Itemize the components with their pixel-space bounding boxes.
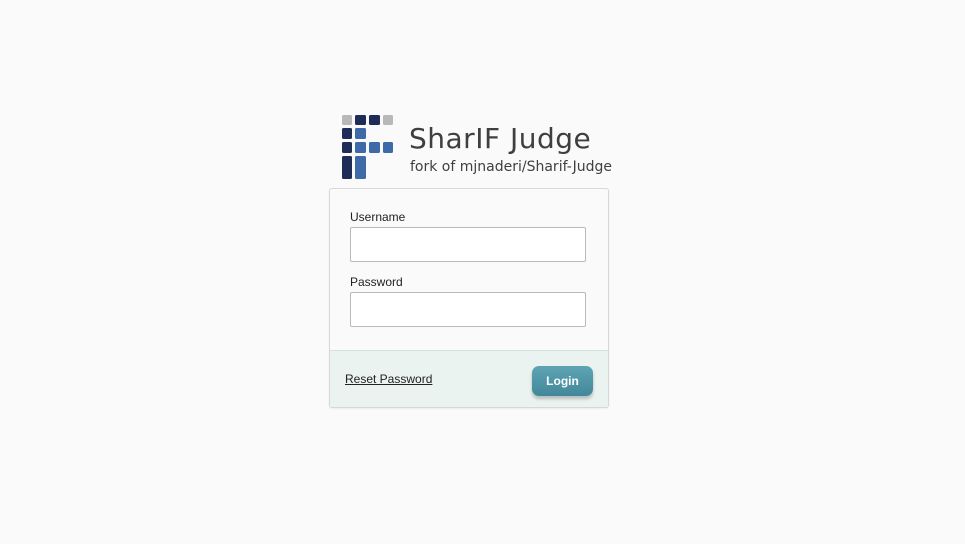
sharif-judge-logo-icon <box>342 115 393 179</box>
username-label: Username <box>350 210 406 224</box>
username-input[interactable] <box>350 227 586 262</box>
login-page: SharIF Judge fork of mjnaderi/Sharif-Jud… <box>0 0 965 544</box>
login-form: Username Password <box>330 189 608 350</box>
password-input[interactable] <box>350 292 586 327</box>
brand-logo: SharIF Judge fork of mjnaderi/Sharif-Jud… <box>341 114 612 182</box>
brand-title: SharIF Judge <box>409 122 592 155</box>
login-card-footer: Reset Password Login <box>330 350 608 407</box>
brand-subtitle: fork of mjnaderi/Sharif-Judge <box>410 159 612 175</box>
password-label: Password <box>350 275 403 289</box>
login-button[interactable]: Login <box>532 366 593 396</box>
reset-password-link[interactable]: Reset Password <box>345 372 432 386</box>
login-card: Username Password Reset Password Login <box>329 188 609 408</box>
